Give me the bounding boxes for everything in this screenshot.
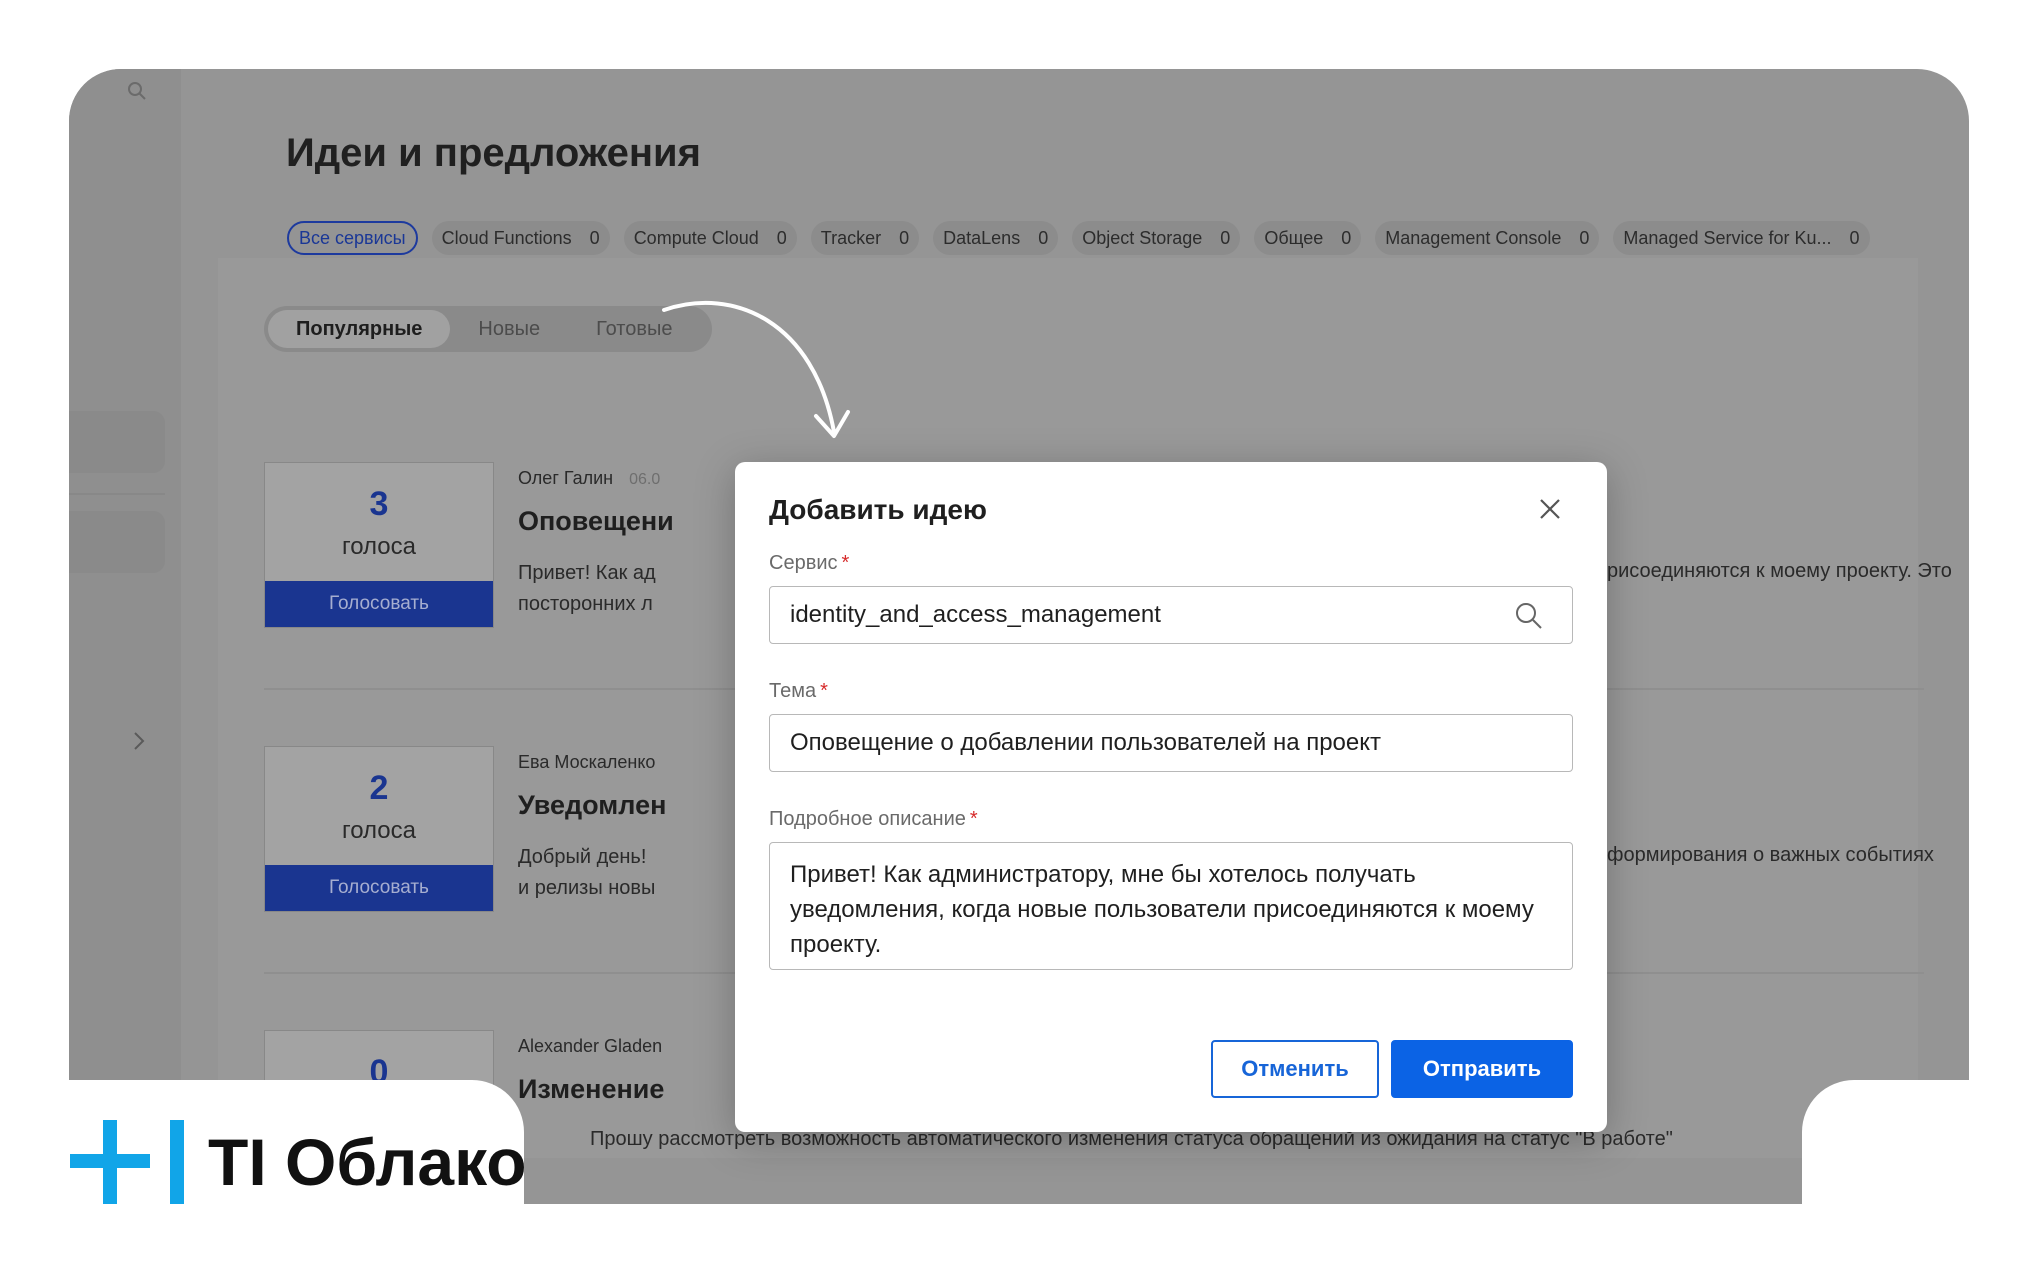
chip-count: 0 — [1849, 227, 1860, 248]
service-filter-chip[interactable]: Managed Service for Ku... 0 — [1613, 221, 1870, 255]
search-icon[interactable] — [127, 81, 151, 105]
service-filter-chip[interactable]: Management Console 0 — [1375, 221, 1600, 255]
tab-popular[interactable]: Популярные — [268, 310, 451, 348]
vote-count: 2 — [369, 769, 389, 807]
chip-count: 0 — [899, 227, 910, 248]
topic-label: Тема * — [769, 680, 828, 702]
close-icon[interactable] — [1535, 494, 1565, 524]
chip-count: 0 — [1220, 227, 1231, 248]
chip-label: Compute Cloud — [633, 227, 759, 248]
brand-mark-icon — [70, 1120, 186, 1204]
vote-count-label: голоса — [341, 533, 416, 560]
submit-button[interactable]: Отправить — [1391, 1040, 1573, 1098]
page-title: Идеи и предложения — [286, 131, 701, 175]
service-filter-chip[interactable]: Object Storage 0 — [1072, 221, 1241, 255]
chip-count: 0 — [589, 227, 600, 248]
vote-count: 3 — [369, 485, 389, 523]
required-mark: * — [969, 808, 978, 830]
service-filter-row: Все сервисы Cloud Functions 0 Compute Cloud… — [287, 221, 1870, 255]
tab-new[interactable]: Новые — [450, 310, 568, 348]
chip-count: 0 — [1038, 227, 1049, 248]
chevron-right-icon[interactable] — [131, 729, 147, 760]
chip-label: DataLens — [943, 227, 1021, 248]
chip-count: 0 — [1579, 227, 1590, 248]
service-label: Сервис * — [769, 552, 850, 574]
idea-title[interactable]: Оповещени — [518, 506, 674, 537]
idea-text-tail: формирования о важных событиях — [1607, 844, 1934, 866]
chip-count: 0 — [1341, 227, 1352, 248]
description-textarea[interactable]: Привет! Как администратору, мне бы хотел… — [769, 842, 1573, 970]
sidebar-item[interactable] — [69, 411, 165, 473]
brand-name: TI Облако — [208, 1125, 527, 1199]
sort-tabs: Популярные Новые Готовые — [264, 306, 712, 352]
chip-label: Object Storage — [1082, 227, 1203, 248]
sidebar-item[interactable] — [69, 511, 165, 573]
required-mark: * — [820, 680, 828, 702]
idea-date: 06.0 — [629, 471, 661, 488]
chip-label: Общее — [1264, 227, 1324, 248]
chip-count: 0 — [776, 227, 787, 248]
vote-box: 2 голоса Голосовать — [264, 746, 494, 912]
idea-author: Ева Москаленко — [518, 752, 656, 772]
vote-box: 3 голоса Голосовать — [264, 462, 494, 628]
service-filter-chip[interactable]: DataLens 0 — [933, 221, 1059, 255]
add-idea-dialog: Добавить идею Сервис* Тема* Подробное оп… — [735, 462, 1607, 1132]
topic-input[interactable] — [769, 714, 1573, 772]
service-filter-chip[interactable]: Compute Cloud 0 — [623, 221, 797, 255]
chip-label: Все сервисы — [299, 227, 406, 248]
service-filter-chip[interactable]: Общее 0 — [1254, 221, 1362, 255]
idea-title[interactable]: Изменение — [518, 1074, 664, 1105]
chip-label: Managed Service for Ku... — [1623, 227, 1832, 248]
sidebar-divider — [69, 493, 165, 495]
service-filter-chip[interactable]: Все сервисы — [287, 221, 418, 255]
chip-label: Management Console — [1385, 227, 1562, 248]
cancel-button[interactable]: Отменить — [1211, 1040, 1379, 1098]
idea-author: Alexander Gladen — [518, 1036, 663, 1056]
brand-logo: TI Облако — [70, 1120, 527, 1204]
vote-button[interactable]: Голосовать — [265, 581, 493, 627]
idea-text-tail: рисоединяются к моему проекту. Это — [1607, 560, 1952, 582]
chip-label: Tracker — [820, 227, 882, 248]
dialog-title: Добавить идею — [769, 494, 987, 525]
search-icon[interactable] — [1513, 600, 1545, 632]
vote-count-label: голоса — [341, 817, 416, 844]
curved-arrow-icon — [654, 292, 854, 457]
service-input[interactable] — [769, 586, 1573, 644]
idea-author: Олег Галин 06.0 — [518, 468, 661, 488]
vote-button[interactable]: Голосовать — [265, 865, 493, 911]
idea-title[interactable]: Уведомлен — [518, 790, 666, 821]
sidebar — [69, 69, 181, 1204]
frame-cutout — [1802, 1080, 2028, 1268]
description-label: Подробное описание * — [769, 808, 978, 830]
service-filter-chip[interactable]: Tracker 0 — [810, 221, 920, 255]
chip-label: Cloud Functions — [441, 227, 572, 248]
required-mark: * — [841, 552, 850, 574]
service-filter-chip[interactable]: Cloud Functions 0 — [431, 221, 610, 255]
